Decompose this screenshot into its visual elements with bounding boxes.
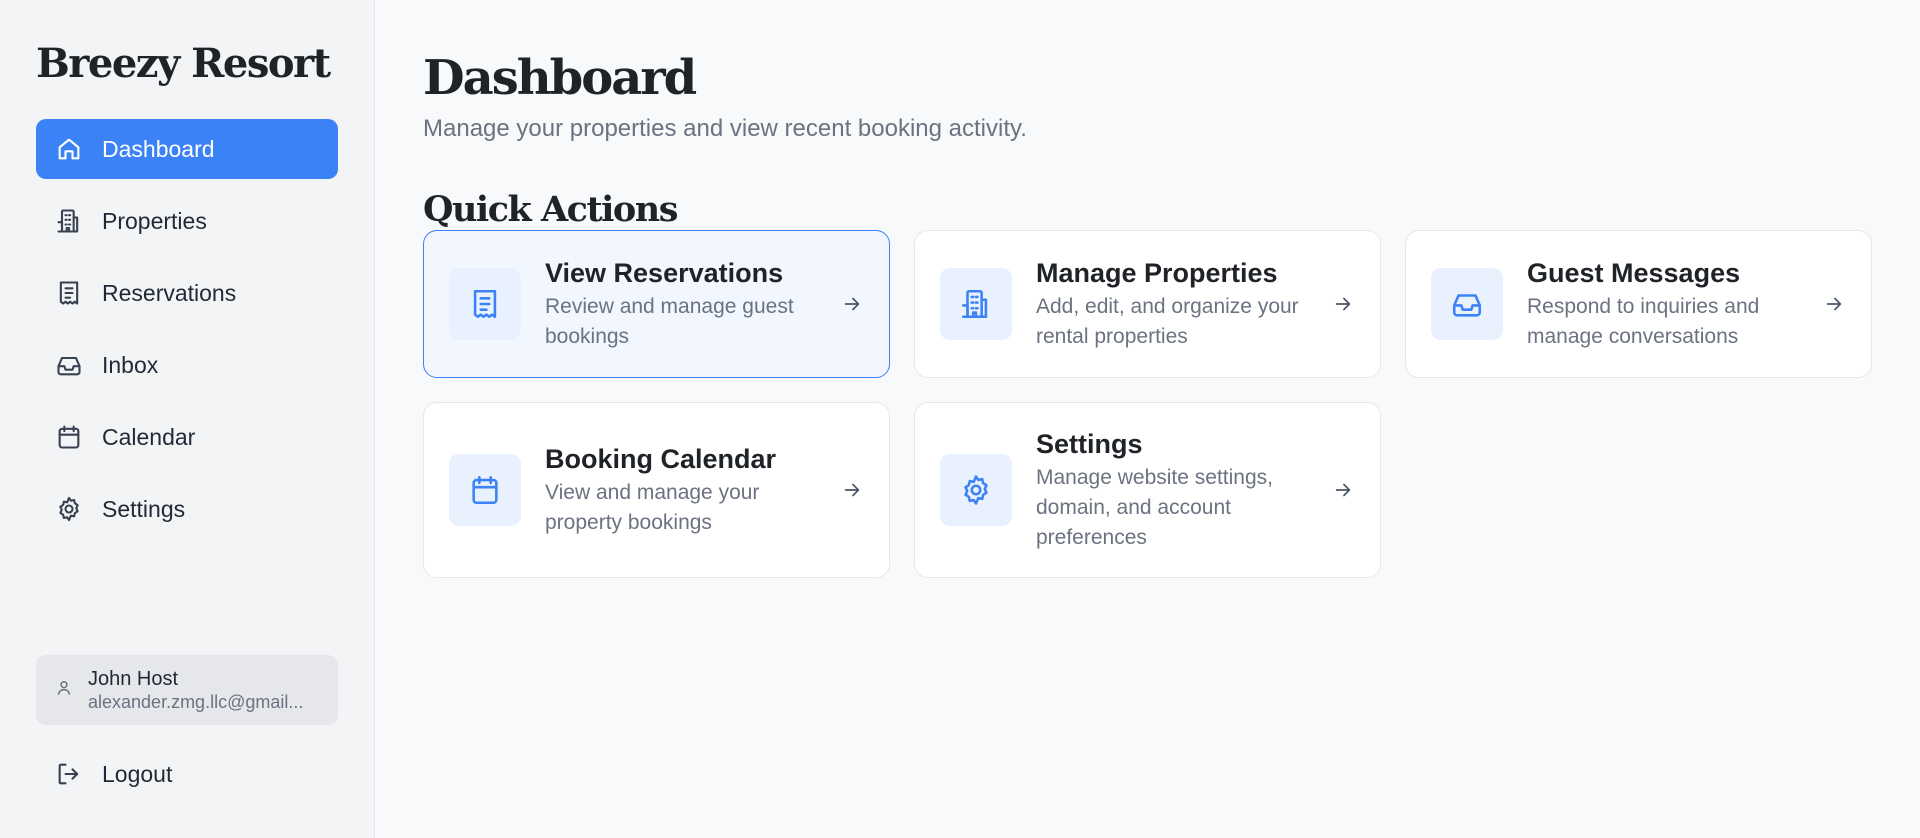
arrow-right-icon xyxy=(1332,293,1354,315)
card-view-reservations[interactable]: View Reservations Review and manage gues… xyxy=(423,230,890,378)
user-profile-card[interactable]: John Host alexander.zmg.llc@gmail... xyxy=(36,655,338,725)
card-title: Manage Properties xyxy=(1036,258,1278,288)
logout-label: Logout xyxy=(102,760,173,787)
card-title: Guest Messages xyxy=(1527,258,1741,288)
sidebar-item-settings[interactable]: Settings xyxy=(36,479,338,539)
home-icon xyxy=(54,134,84,164)
card-description: Manage website settings, domain, and acc… xyxy=(1036,466,1273,549)
sidebar-item-dashboard[interactable]: Dashboard xyxy=(36,119,338,179)
sidebar-item-properties[interactable]: Properties xyxy=(36,191,338,251)
logout-icon xyxy=(54,759,84,789)
sidebar-item-label: Calendar xyxy=(102,423,196,450)
sidebar-item-calendar[interactable]: Calendar xyxy=(36,407,338,467)
sidebar: Breezy Resort Dashboard Properties Reser… xyxy=(0,0,375,838)
card-description: Respond to inquiries and manage conversa… xyxy=(1527,295,1760,348)
gear-icon xyxy=(940,454,1012,526)
sidebar-item-label: Settings xyxy=(102,495,186,522)
arrow-right-icon xyxy=(1823,293,1845,315)
card-settings[interactable]: Settings Manage website settings, domain… xyxy=(914,402,1381,578)
building-icon xyxy=(940,268,1012,340)
quick-actions-grid: View Reservations Review and manage gues… xyxy=(423,230,1920,578)
arrow-right-icon xyxy=(841,479,863,501)
gear-icon xyxy=(54,494,84,524)
card-description: Add, edit, and organize your rental prop… xyxy=(1036,295,1299,348)
page-title: Dashboard xyxy=(423,50,697,106)
building-icon xyxy=(54,206,84,236)
section-title-quick-actions: Quick Actions xyxy=(423,189,678,230)
inbox-icon xyxy=(1431,268,1503,340)
sidebar-nav: Dashboard Properties Reservations Inbox … xyxy=(36,119,338,539)
sidebar-item-label: Inbox xyxy=(102,351,159,378)
card-title: Settings xyxy=(1036,429,1143,459)
arrow-right-icon xyxy=(841,293,863,315)
receipt-icon xyxy=(449,268,521,340)
receipt-icon xyxy=(54,278,84,308)
card-title: Booking Calendar xyxy=(545,444,777,474)
sidebar-item-label: Dashboard xyxy=(102,135,215,162)
calendar-icon xyxy=(54,422,84,452)
user-email: alexander.zmg.llc@gmail... xyxy=(88,692,304,712)
page-subtitle: Manage your properties and view recent b… xyxy=(423,115,1027,142)
card-description: Review and manage guest bookings xyxy=(545,295,794,348)
sidebar-item-reservations[interactable]: Reservations xyxy=(36,263,338,323)
card-title: View Reservations xyxy=(545,258,784,288)
brand-logo[interactable]: Breezy Resort xyxy=(36,36,338,92)
calendar-icon xyxy=(449,454,521,526)
card-booking-calendar[interactable]: Booking Calendar View and manage your pr… xyxy=(423,402,890,578)
user-name: John Host xyxy=(88,668,179,690)
logout-button[interactable]: Logout xyxy=(36,744,338,804)
sidebar-item-inbox[interactable]: Inbox xyxy=(36,335,338,395)
sidebar-item-label: Reservations xyxy=(102,279,237,306)
card-manage-properties[interactable]: Manage Properties Add, edit, and organiz… xyxy=(914,230,1381,378)
card-guest-messages[interactable]: Guest Messages Respond to inquiries and … xyxy=(1405,230,1872,378)
sidebar-item-label: Properties xyxy=(102,207,207,234)
card-description: View and manage your property bookings xyxy=(545,481,760,534)
main-content: Dashboard Manage your properties and vie… xyxy=(375,0,1920,838)
user-icon xyxy=(54,678,74,703)
inbox-icon xyxy=(54,350,84,380)
arrow-right-icon xyxy=(1332,479,1354,501)
